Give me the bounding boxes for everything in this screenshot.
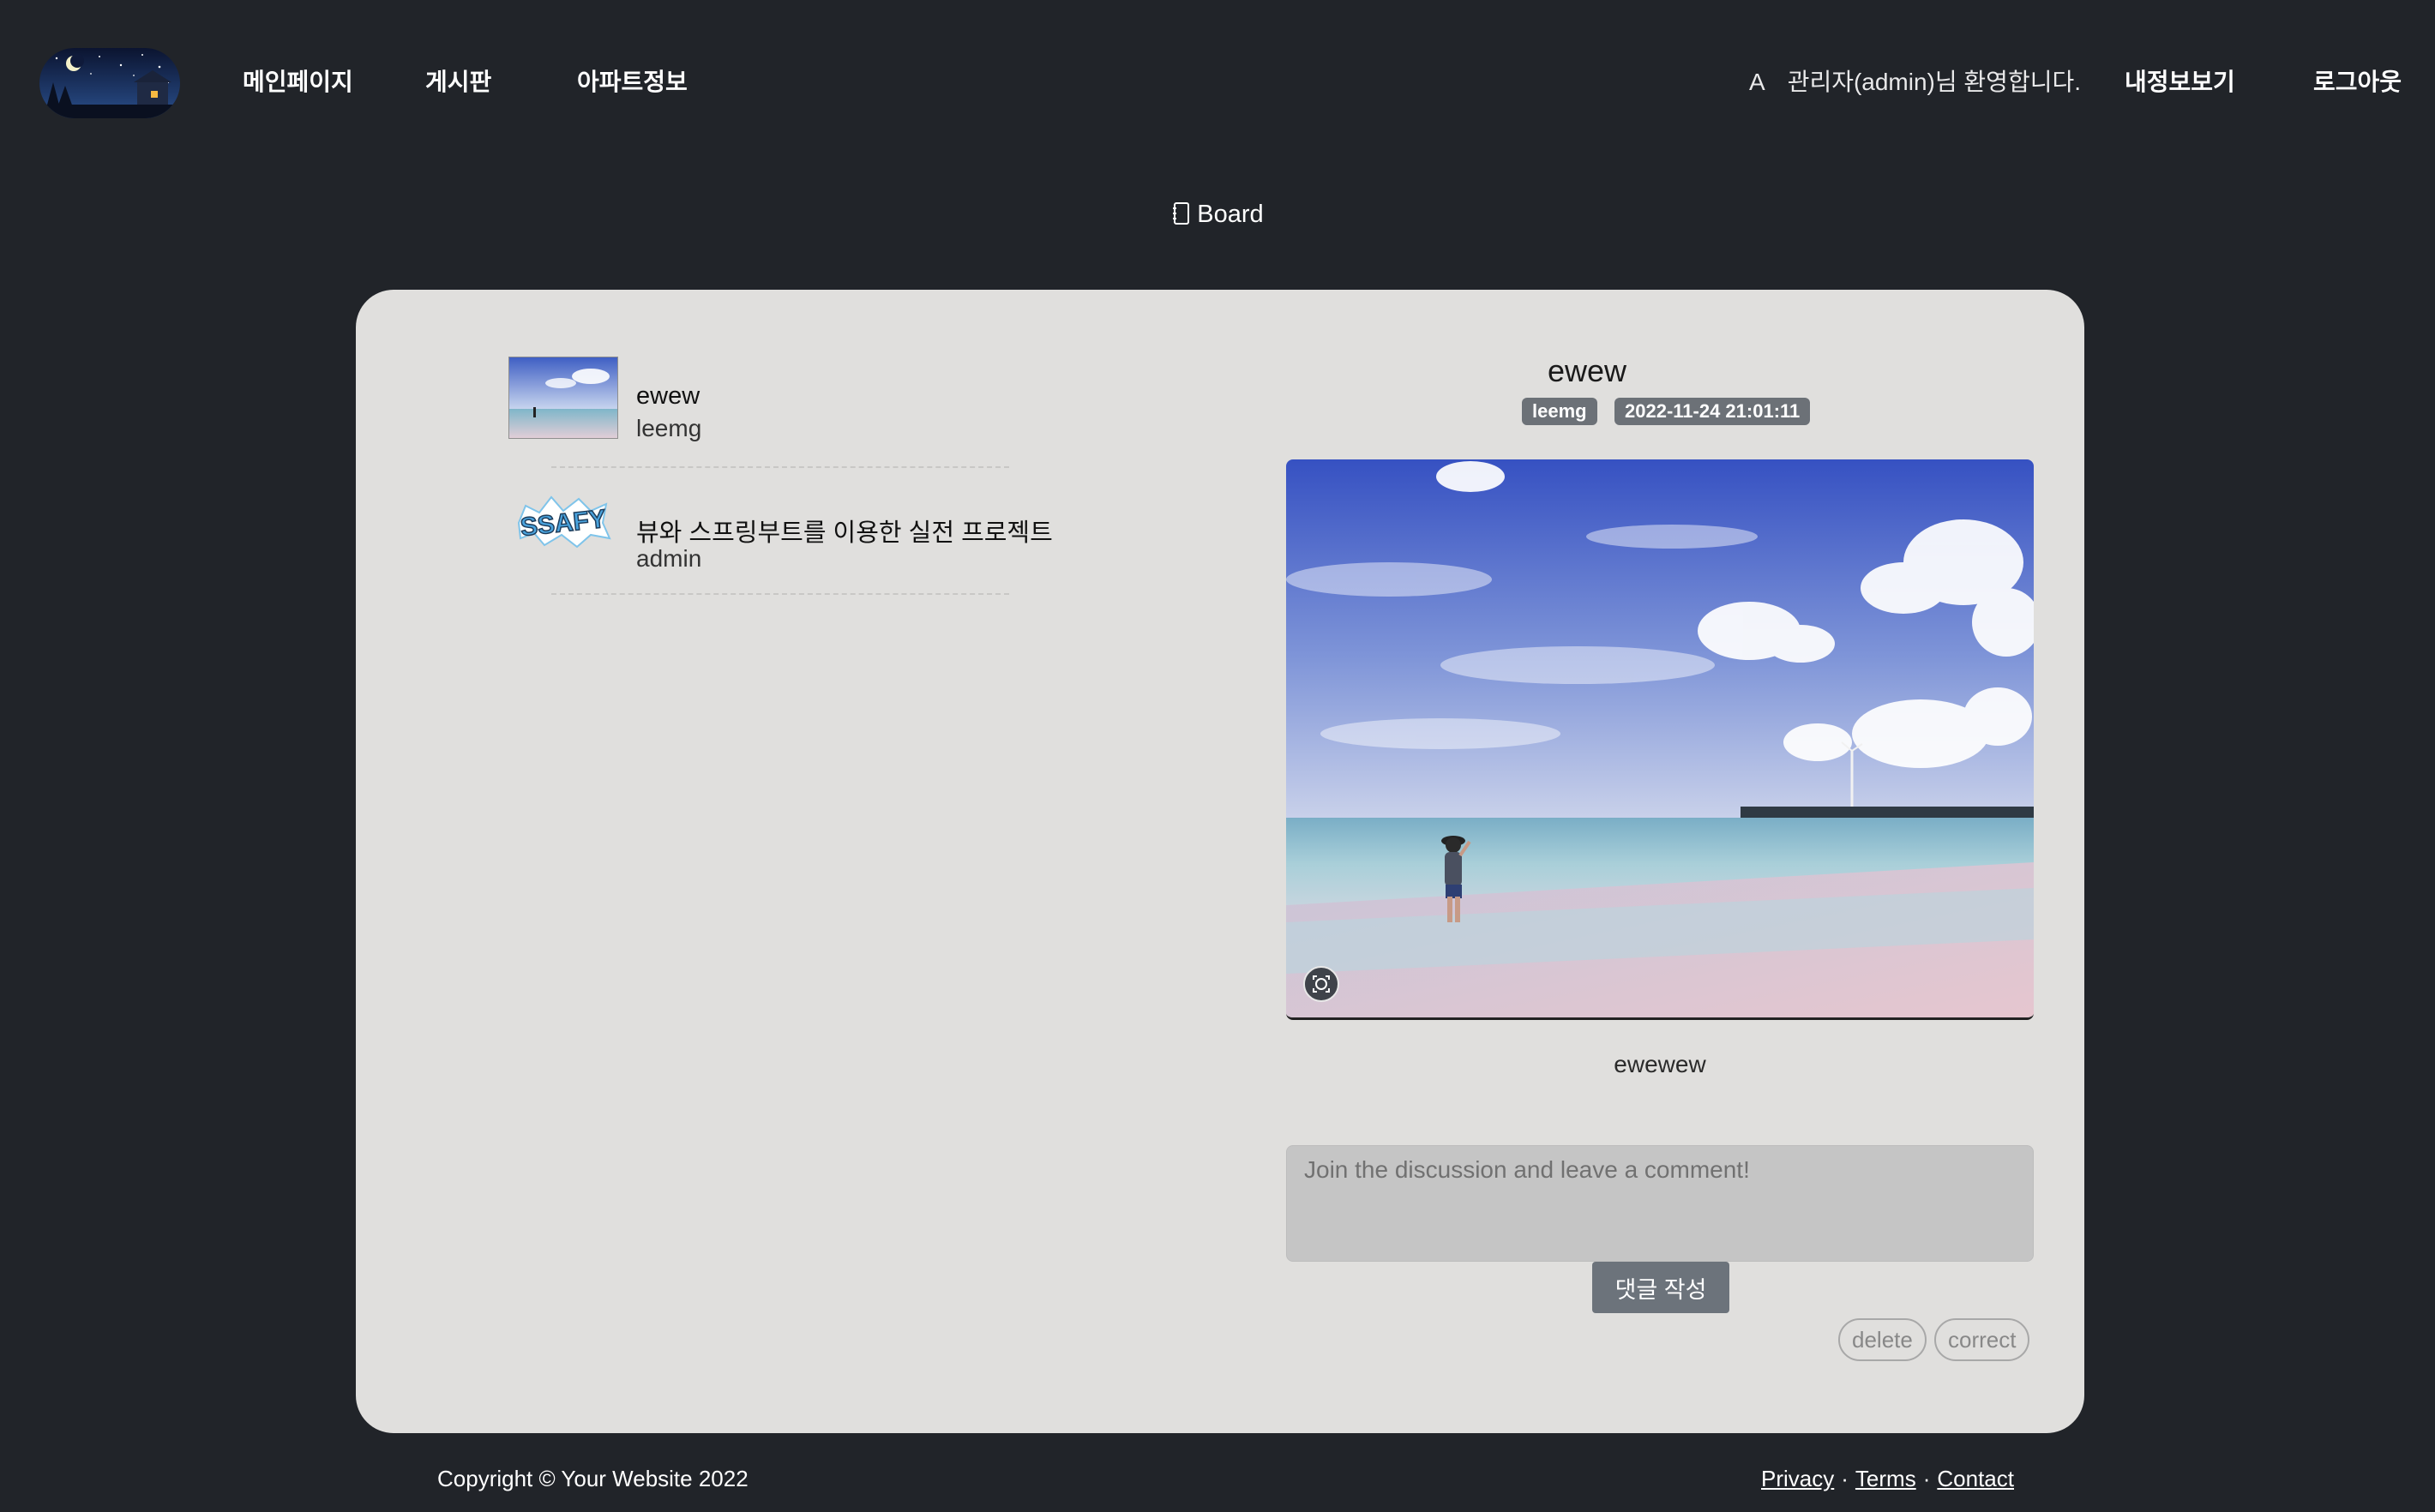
logout-link[interactable]: 로그아웃 — [2313, 63, 2402, 101]
nav-board[interactable]: 게시판 — [425, 63, 491, 101]
board-card: ewew leemg SSAFY 뷰와 스프링부트를 이용한 실전 프로젝트 a… — [356, 290, 2084, 1433]
night-house-logo-icon — [39, 48, 180, 118]
google-lens-icon[interactable] — [1303, 966, 1339, 1002]
footer-separator: · — [1922, 1466, 1931, 1491]
post-divider — [551, 593, 1009, 595]
nav-apartment-info[interactable]: 아파트정보 — [577, 63, 688, 101]
footer-links: Privacy · Terms · Contact — [1761, 1466, 2014, 1492]
page-title-text: Board — [1197, 201, 1264, 228]
my-info-link[interactable]: 내정보보기 — [2125, 63, 2235, 101]
welcome-message: A 관리자(admin)님 환영합니다. — [1749, 63, 2081, 101]
post-list-item[interactable]: ewew leemg — [508, 357, 1040, 451]
site-logo[interactable] — [39, 48, 180, 118]
post-author: leemg — [636, 415, 702, 441]
privacy-link[interactable]: Privacy — [1761, 1466, 1834, 1491]
nav-main-page[interactable]: 메인페이지 — [243, 63, 353, 101]
post-image — [1286, 459, 2034, 1020]
correct-button[interactable]: correct — [1934, 1318, 2030, 1361]
post-title: 뷰와 스프링부트를 이용한 실전 프로젝트 — [636, 519, 1053, 547]
date-badge: 2022-11-24 21:01:11 — [1614, 398, 1811, 425]
detail-title: ewew — [1547, 353, 1627, 388]
post-title: ewew — [636, 382, 700, 410]
post-list-item[interactable]: SSAFY 뷰와 스프링부트를 이용한 실전 프로젝트 admin — [508, 482, 1053, 576]
delete-button[interactable]: delete — [1838, 1318, 1927, 1361]
post-divider — [551, 466, 1009, 468]
beach-photo-thumbnail-icon — [508, 357, 618, 439]
terms-link[interactable]: Terms — [1855, 1466, 1916, 1491]
welcome-text: 관리자(admin)님 환영합니다. — [1787, 69, 2081, 95]
copyright-text: Copyright © Your Website 2022 — [437, 1466, 749, 1491]
page-title: Board — [0, 195, 2435, 233]
navbar: 메인페이지 게시판 아파트정보 A 관리자(admin)님 환영합니다. 내정보보… — [0, 0, 2435, 165]
post-content: ewewew — [1614, 1051, 1706, 1077]
comment-input[interactable] — [1286, 1145, 2034, 1262]
contact-link[interactable]: Contact — [1937, 1466, 2014, 1491]
notebook-icon — [1171, 199, 1192, 237]
author-badge: leemg — [1522, 398, 1597, 425]
user-avatar-letter: A — [1749, 69, 1765, 95]
ssafy-logo-thumbnail-icon: SSAFY — [508, 482, 618, 564]
post-author: admin — [636, 545, 702, 572]
footer-separator: · — [1841, 1466, 1849, 1491]
submit-comment-button[interactable]: 댓글 작성 — [1592, 1262, 1729, 1313]
